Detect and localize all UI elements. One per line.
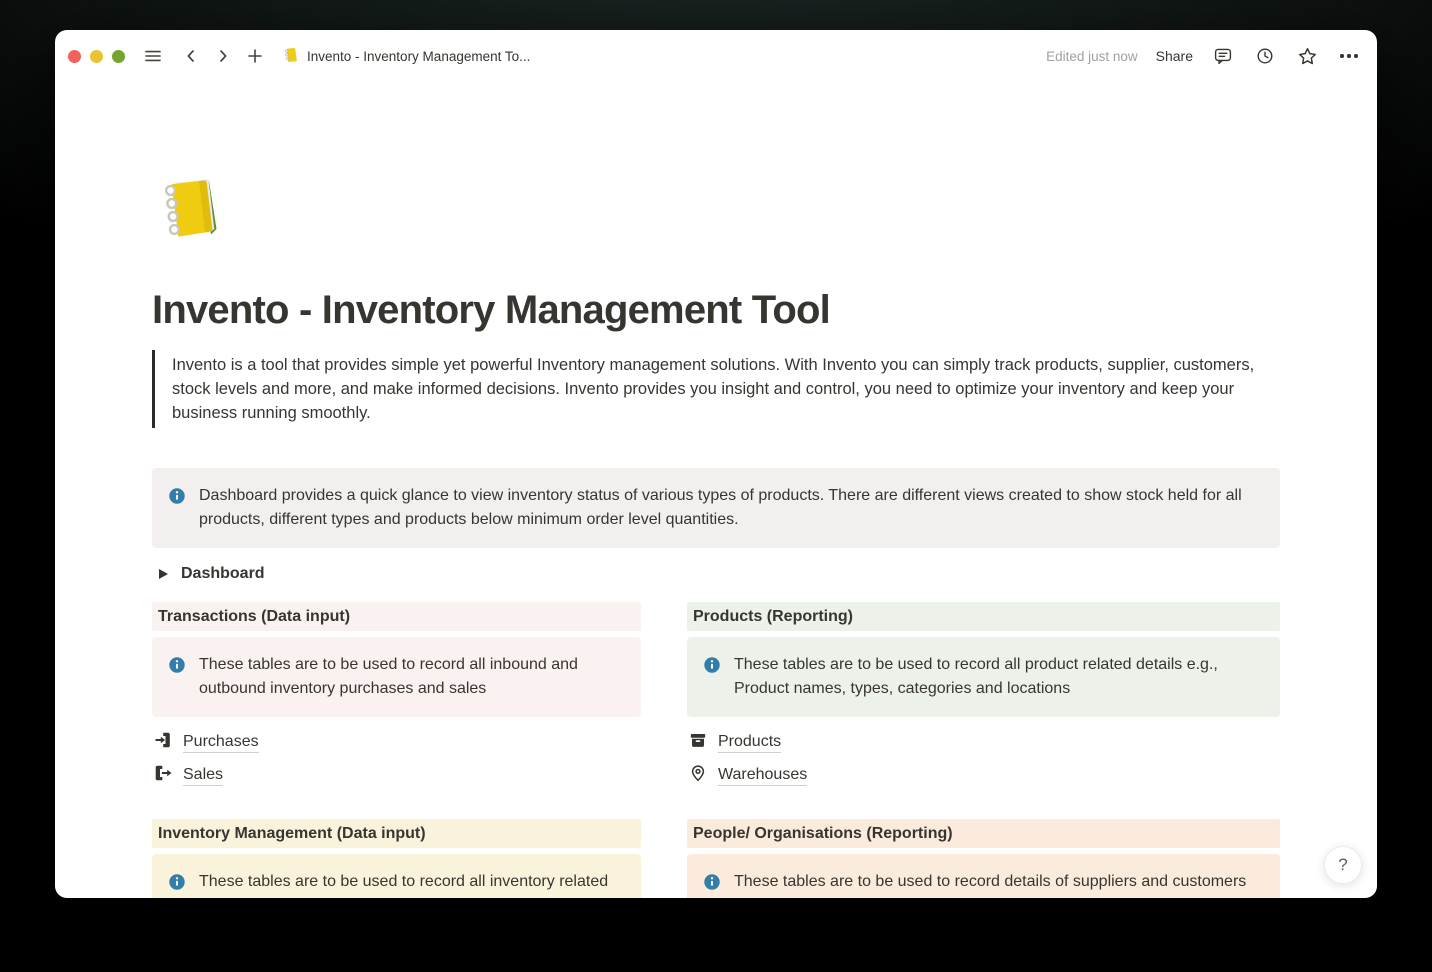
section-heading: Inventory Management (Data input) xyxy=(152,819,641,848)
door-exit-icon xyxy=(154,764,172,787)
help-button[interactable]: ? xyxy=(1324,846,1362,884)
info-icon xyxy=(168,656,186,701)
callout-text: These tables are to be used to record al… xyxy=(199,653,625,701)
nav-buttons xyxy=(179,44,267,68)
history-clock-icon[interactable] xyxy=(1253,44,1277,68)
back-icon[interactable] xyxy=(179,44,203,68)
callout-text: These tables are to be used to record de… xyxy=(734,870,1246,898)
archive-box-icon xyxy=(689,731,707,754)
minimize-window-button[interactable] xyxy=(90,50,103,63)
comments-icon[interactable] xyxy=(1211,44,1235,68)
edited-timestamp: Edited just now xyxy=(1046,49,1138,64)
info-icon xyxy=(703,873,721,898)
link-sales[interactable]: Sales xyxy=(152,760,641,791)
titlebar-right: Edited just now Share xyxy=(1046,44,1361,68)
zoom-window-button[interactable] xyxy=(112,50,125,63)
section-products: Products (Reporting) These tables are to… xyxy=(687,602,1280,791)
section-callout: These tables are to be used to record al… xyxy=(152,854,641,898)
callout-text: These tables are to be used to record al… xyxy=(199,870,625,898)
sidebar-menu-icon[interactable] xyxy=(141,44,165,68)
toggle-label: Dashboard xyxy=(181,565,265,583)
link-label[interactable]: Warehouses xyxy=(718,766,807,786)
toggle-triangle-icon[interactable] xyxy=(159,569,168,579)
dashboard-overview-callout: Dashboard provides a quick glance to vie… xyxy=(152,468,1280,548)
section-links: Purchases Sales xyxy=(152,727,641,791)
quote-block: Invento is a tool that provides simple y… xyxy=(152,350,1272,428)
page-content: Invento - Inventory Management Tool Inve… xyxy=(55,172,1377,898)
new-tab-icon[interactable] xyxy=(243,44,267,68)
notion-window: Invento - Inventory Management To... Edi… xyxy=(55,30,1377,898)
page-title: Invento - Inventory Management Tool xyxy=(152,286,1280,334)
section-links: Products Warehouses xyxy=(687,727,1280,791)
section-people-organisations: People/ Organisations (Reporting) These … xyxy=(687,819,1280,898)
section-callout: These tables are to be used to record al… xyxy=(687,637,1280,717)
location-pin-icon xyxy=(689,764,707,787)
section-heading: Products (Reporting) xyxy=(687,602,1280,631)
close-window-button[interactable] xyxy=(68,50,81,63)
section-heading: People/ Organisations (Reporting) xyxy=(687,819,1280,848)
breadcrumb[interactable]: Invento - Inventory Management To... xyxy=(283,47,530,66)
link-label[interactable]: Purchases xyxy=(183,733,259,753)
door-enter-icon xyxy=(154,731,172,754)
page-emoji-notebook-icon[interactable] xyxy=(152,172,230,250)
columns-row-1: Transactions (Data input) These tables a… xyxy=(152,602,1280,791)
link-label[interactable]: Sales xyxy=(183,766,223,786)
info-icon xyxy=(168,487,186,532)
more-ellipsis-icon[interactable] xyxy=(1337,44,1361,68)
callout-text: Dashboard provides a quick glance to vie… xyxy=(199,484,1264,532)
titlebar: Invento - Inventory Management To... Edi… xyxy=(55,30,1377,82)
link-products[interactable]: Products xyxy=(687,727,1280,758)
tab-title-text: Invento - Inventory Management To... xyxy=(307,49,530,64)
forward-icon[interactable] xyxy=(211,44,235,68)
info-icon xyxy=(703,656,721,701)
traffic-lights xyxy=(68,50,125,63)
columns-row-2: Inventory Management (Data input) These … xyxy=(152,819,1280,898)
dashboard-toggle[interactable]: Dashboard xyxy=(152,560,1280,588)
info-icon xyxy=(168,873,186,898)
favorite-star-icon[interactable] xyxy=(1295,44,1319,68)
share-button[interactable]: Share xyxy=(1156,48,1193,64)
link-label[interactable]: Products xyxy=(718,733,781,753)
link-purchases[interactable]: Purchases xyxy=(152,727,641,758)
section-callout: These tables are to be used to record de… xyxy=(687,854,1280,898)
section-inventory-management: Inventory Management (Data input) These … xyxy=(152,819,641,898)
section-heading: Transactions (Data input) xyxy=(152,602,641,631)
desktop-background: Invento - Inventory Management To... Edi… xyxy=(0,0,1432,972)
section-transactions: Transactions (Data input) These tables a… xyxy=(152,602,641,791)
callout-text: These tables are to be used to record al… xyxy=(734,653,1264,701)
ledger-notebook-icon xyxy=(283,47,299,66)
section-callout: These tables are to be used to record al… xyxy=(152,637,641,717)
link-warehouses[interactable]: Warehouses xyxy=(687,760,1280,791)
